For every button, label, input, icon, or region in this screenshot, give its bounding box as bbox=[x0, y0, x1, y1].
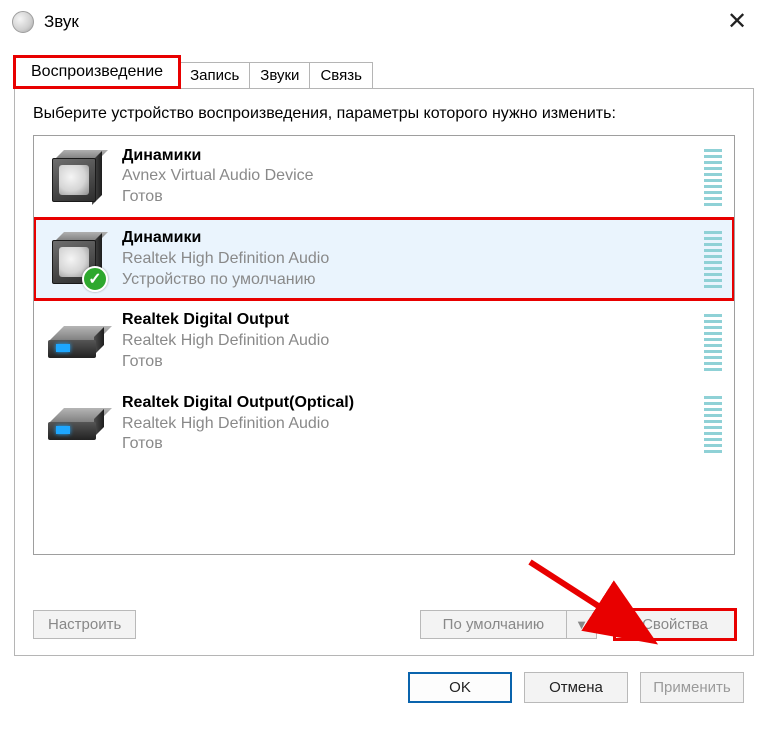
apply-button[interactable]: Применить bbox=[640, 672, 744, 703]
button-label: По умолчанию bbox=[421, 611, 567, 638]
properties-button[interactable]: Свойства bbox=[615, 610, 735, 639]
device-row[interactable]: ✓ Динамики Realtek High Definition Audio… bbox=[34, 218, 734, 300]
button-label: Свойства bbox=[642, 616, 708, 633]
default-check-icon: ✓ bbox=[82, 266, 108, 292]
button-label: Отмена bbox=[549, 679, 603, 696]
device-subtitle: Realtek High Definition Audio bbox=[122, 414, 694, 435]
cancel-button[interactable]: Отмена bbox=[524, 672, 628, 703]
panel-button-row: Настроить По умолчанию ▼ Свойства bbox=[33, 610, 735, 639]
button-label: OK bbox=[449, 679, 471, 696]
device-title: Динамики bbox=[122, 146, 694, 167]
device-subtitle: Avnex Virtual Audio Device bbox=[122, 166, 694, 187]
tabs-row: Воспроизведение Запись Звуки Связь bbox=[0, 44, 768, 88]
device-row[interactable]: Realtek Digital Output(Optical) Realtek … bbox=[34, 383, 734, 465]
device-subtitle: Realtek High Definition Audio bbox=[122, 331, 694, 352]
device-list: Динамики Avnex Virtual Audio Device Гото… bbox=[33, 135, 735, 555]
device-icon-speaker: ✓ bbox=[46, 230, 122, 288]
device-text: Realtek Digital Output Realtek High Defi… bbox=[122, 310, 704, 372]
device-row[interactable]: Динамики Avnex Virtual Audio Device Гото… bbox=[34, 136, 734, 218]
tab-label: Звуки bbox=[260, 67, 299, 84]
device-state: Готов bbox=[122, 352, 694, 373]
close-button[interactable]: ✕ bbox=[714, 5, 760, 39]
instruction-text: Выберите устройство воспроизведения, пар… bbox=[33, 103, 735, 125]
ok-button[interactable]: OK bbox=[408, 672, 512, 703]
device-state: Готов bbox=[122, 434, 694, 455]
level-meter-icon bbox=[704, 230, 722, 288]
device-subtitle: Realtek High Definition Audio bbox=[122, 249, 694, 270]
dialog-button-row: OK Отмена Применить bbox=[0, 656, 768, 703]
device-state: Готов bbox=[122, 187, 694, 208]
configure-button[interactable]: Настроить bbox=[33, 610, 136, 639]
tab-label: Запись bbox=[190, 67, 239, 84]
device-text: Realtek Digital Output(Optical) Realtek … bbox=[122, 393, 704, 455]
device-icon-speaker bbox=[46, 148, 122, 206]
device-text: Динамики Realtek High Definition Audio У… bbox=[122, 228, 704, 290]
button-label: Настроить bbox=[48, 616, 121, 633]
device-text: Динамики Avnex Virtual Audio Device Гото… bbox=[122, 146, 704, 208]
window-title: Звук bbox=[44, 12, 79, 32]
tab-recording[interactable]: Запись bbox=[179, 62, 250, 89]
tab-label: Воспроизведение bbox=[31, 63, 163, 80]
set-default-dropdown[interactable]: По умолчанию ▼ bbox=[420, 610, 597, 639]
device-icon-digital bbox=[46, 402, 122, 446]
tab-playback[interactable]: Воспроизведение bbox=[14, 56, 180, 88]
level-meter-icon bbox=[704, 148, 722, 206]
playback-panel: Выберите устройство воспроизведения, пар… bbox=[14, 88, 754, 656]
tab-comm[interactable]: Связь bbox=[309, 62, 372, 89]
device-state: Устройство по умолчанию bbox=[122, 270, 694, 291]
sound-app-icon bbox=[12, 11, 34, 33]
titlebar: Звук ✕ bbox=[0, 0, 768, 44]
device-title: Динамики bbox=[122, 228, 694, 249]
level-meter-icon bbox=[704, 313, 722, 371]
device-row[interactable]: Realtek Digital Output Realtek High Defi… bbox=[34, 300, 734, 382]
tab-sounds[interactable]: Звуки bbox=[249, 62, 310, 89]
tab-label: Связь bbox=[320, 67, 361, 84]
button-label: Применить bbox=[653, 679, 731, 696]
chevron-down-icon: ▼ bbox=[567, 612, 596, 637]
device-title: Realtek Digital Output(Optical) bbox=[122, 393, 694, 414]
level-meter-icon bbox=[704, 395, 722, 453]
device-title: Realtek Digital Output bbox=[122, 310, 694, 331]
device-icon-digital bbox=[46, 320, 122, 364]
